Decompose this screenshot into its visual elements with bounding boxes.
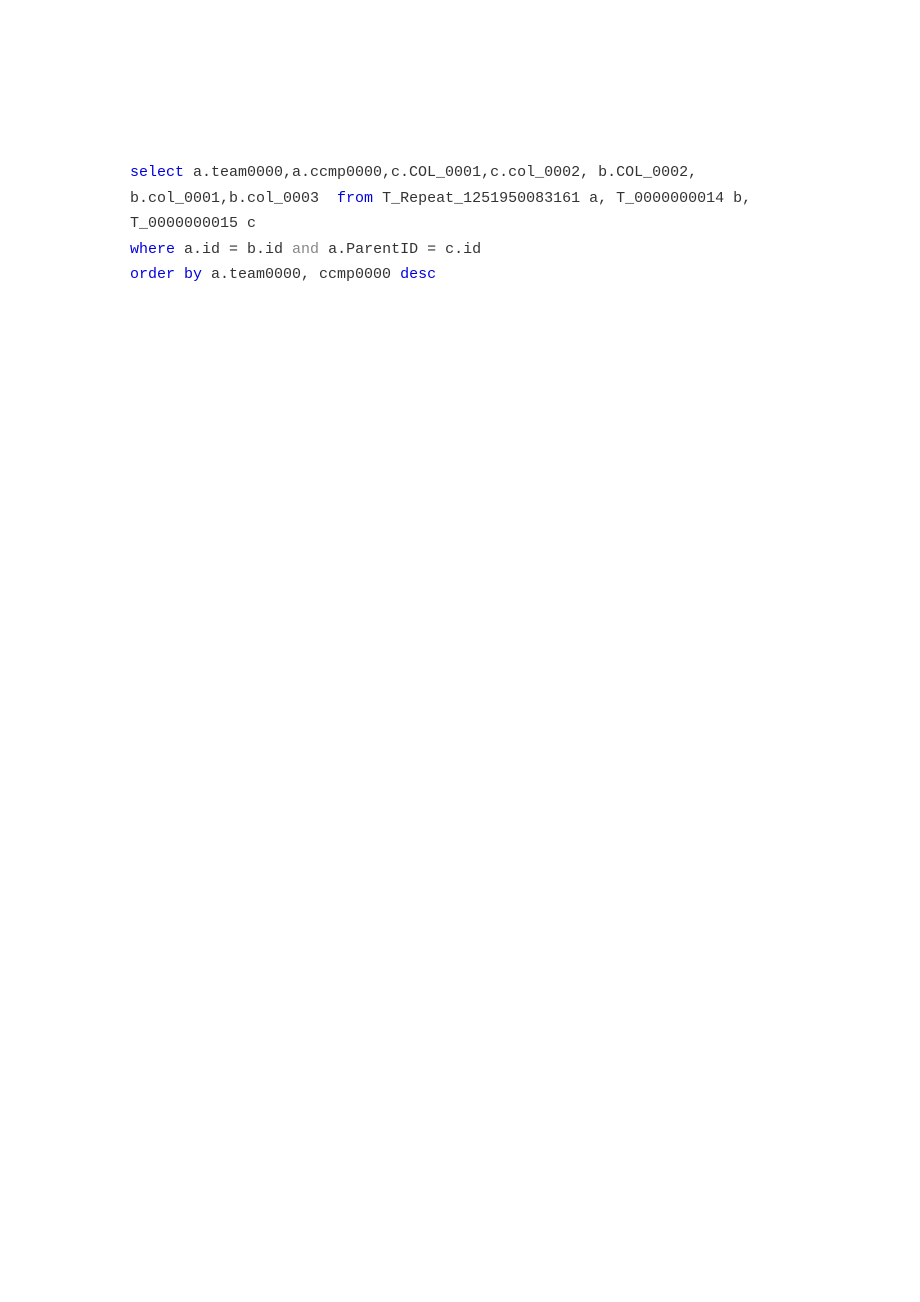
sql-token-keyword: order by bbox=[130, 266, 202, 283]
sql-token-text: a.team0000, ccmp0000 bbox=[202, 266, 400, 283]
sql-token-keyword: where bbox=[130, 241, 175, 258]
sql-token-text: a.ParentID = c.id bbox=[319, 241, 481, 258]
sql-token-keyword: desc bbox=[400, 266, 436, 283]
sql-code-block: select a.team0000,a.ccmp0000,c.COL_0001,… bbox=[130, 160, 790, 288]
sql-token-keyword: select bbox=[130, 164, 184, 181]
sql-token-keyword: from bbox=[337, 190, 373, 207]
sql-token-keyword-and: and bbox=[292, 241, 319, 258]
sql-token-text: a.id = b.id bbox=[175, 241, 292, 258]
